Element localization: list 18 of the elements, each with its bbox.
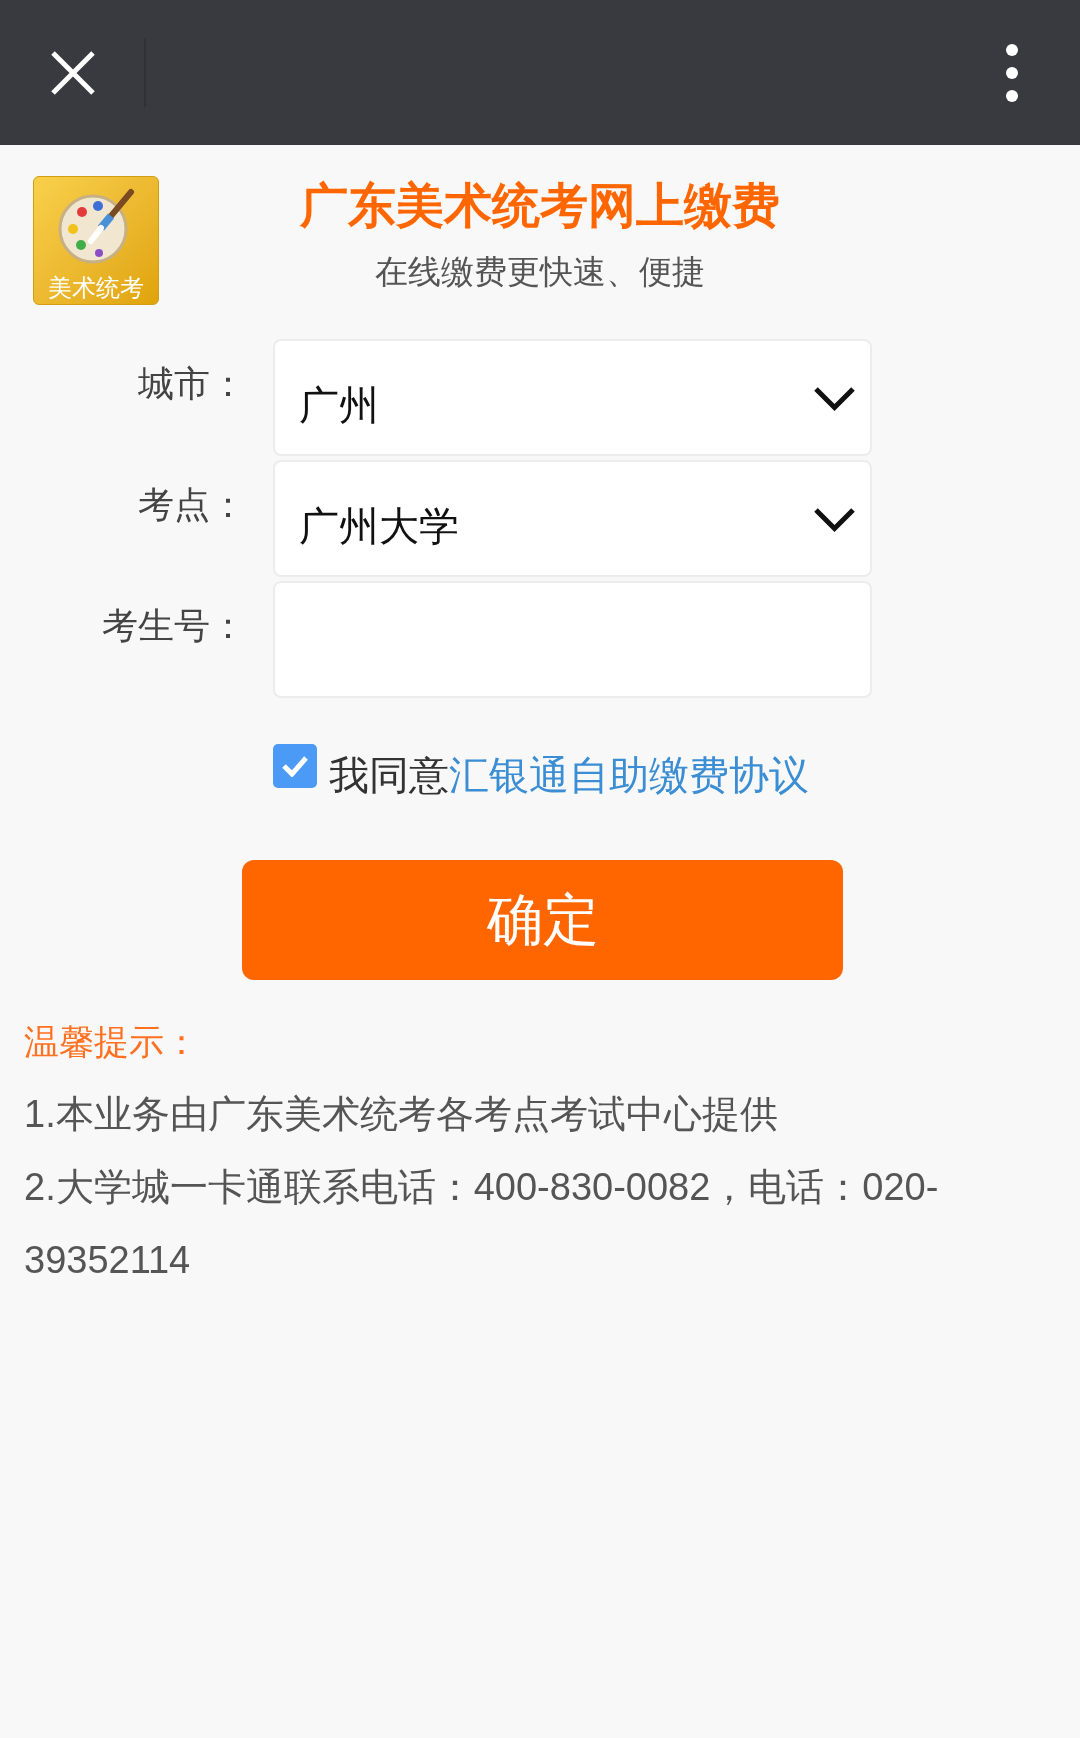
close-icon[interactable]	[50, 49, 96, 96]
dropdown-field[interactable]: 广州	[273, 339, 872, 456]
more-icon[interactable]	[1006, 43, 1018, 102]
checkmark-icon	[281, 755, 309, 777]
agreement-text: 我同意汇银通自助缴费协议	[329, 752, 809, 799]
field-label: 考点：	[138, 483, 246, 527]
chevron-down-icon	[813, 386, 856, 412]
checkbox[interactable]	[273, 744, 317, 788]
tip-text: 1.本业务由广东美术统考各考点考试中心提供	[24, 1092, 779, 1137]
field-label: 城市：	[138, 362, 246, 406]
field-label: 考生号：	[102, 604, 246, 648]
dropdown-field[interactable]: 广州大学	[273, 460, 872, 577]
page-subtitle: 在线缴费更快速、便捷	[375, 252, 705, 292]
page-title: 广东美术统考网上缴费	[300, 178, 780, 234]
chevron-down-icon	[813, 507, 856, 533]
logo-text: 美术统考	[48, 275, 144, 301]
tips-heading: 温馨提示：	[24, 1021, 200, 1063]
tip-text: 2.大学城一卡通联系电话：400-830-0082，电话：020-39352114	[24, 1165, 940, 1283]
